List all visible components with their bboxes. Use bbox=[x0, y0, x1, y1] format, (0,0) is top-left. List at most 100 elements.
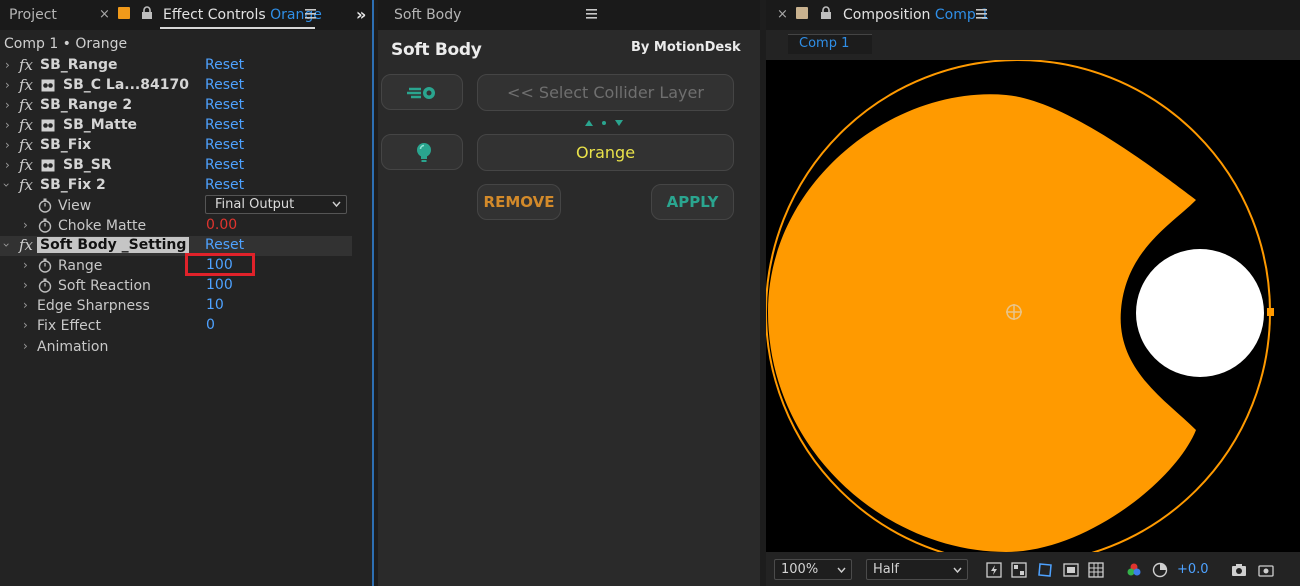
left-tabbar: Project × Effect Controls Orange » bbox=[0, 0, 372, 30]
expand-arrow-icon[interactable]: › bbox=[23, 339, 28, 353]
expand-arrow-icon[interactable]: › bbox=[23, 318, 28, 332]
comp-subtab[interactable]: Comp 1 bbox=[788, 34, 872, 54]
effect-row-sb-sr[interactable]: › fx SB_SR Reset bbox=[0, 156, 352, 176]
tab-effect-controls[interactable]: Effect Controls Orange bbox=[163, 7, 322, 23]
reset-link[interactable]: Reset bbox=[205, 237, 244, 253]
reset-link[interactable]: Reset bbox=[205, 137, 244, 153]
track-matte-icon bbox=[41, 159, 55, 172]
stopwatch-icon[interactable] bbox=[38, 198, 52, 213]
remove-label: REMOVE bbox=[483, 193, 555, 211]
lock-icon[interactable] bbox=[820, 6, 832, 20]
effect-row-sb-fix-2[interactable]: › fx SB_Fix 2 Reset bbox=[0, 176, 352, 196]
composition-panel: × Composition Comp 1 Comp 1 100% Half +0… bbox=[766, 0, 1300, 586]
reset-link[interactable]: Reset bbox=[205, 77, 244, 93]
fx-icon[interactable]: fx bbox=[19, 96, 33, 114]
panel-menu-icon[interactable] bbox=[586, 9, 597, 19]
stopwatch-icon[interactable] bbox=[38, 278, 52, 293]
expand-arrow-icon[interactable]: › bbox=[23, 278, 28, 292]
expand-arrow-icon[interactable]: › bbox=[5, 118, 10, 132]
close-icon[interactable]: × bbox=[99, 7, 110, 22]
fx-icon[interactable]: fx bbox=[19, 56, 33, 74]
zoom-select[interactable]: 100% bbox=[774, 559, 852, 580]
effect-row-sb-fix[interactable]: › fx SB_Fix Reset bbox=[0, 136, 352, 156]
expand-arrow-icon[interactable]: › bbox=[5, 98, 10, 112]
double-chevron-right-icon[interactable]: » bbox=[356, 5, 366, 24]
effect-name: Soft Body _Setting bbox=[37, 237, 190, 253]
grid-icon[interactable] bbox=[1088, 562, 1104, 578]
comp-color-chip bbox=[796, 7, 808, 19]
expand-arrow-icon[interactable]: › bbox=[5, 78, 10, 92]
reset-link[interactable]: Reset bbox=[205, 57, 244, 73]
panel-menu-icon[interactable] bbox=[305, 9, 316, 19]
select-collider-layer-button[interactable]: << Select Collider Layer bbox=[477, 74, 734, 111]
expand-arrow-icon[interactable]: › bbox=[23, 218, 28, 232]
reset-link[interactable]: Reset bbox=[205, 117, 244, 133]
reset-link[interactable]: Reset bbox=[205, 97, 244, 113]
expand-arrow-icon[interactable]: › bbox=[23, 258, 28, 272]
layer-name-button[interactable]: Orange bbox=[477, 134, 734, 171]
effect-row-soft-body-setting[interactable]: › fx Soft Body _Setting Reset bbox=[0, 236, 352, 256]
expand-arrow-icon[interactable]: › bbox=[5, 158, 10, 172]
fx-icon[interactable]: fx bbox=[19, 136, 33, 154]
tab-project[interactable]: Project bbox=[9, 7, 57, 23]
expand-arrow-icon[interactable]: › bbox=[5, 138, 10, 152]
collider-icon-button[interactable] bbox=[381, 74, 463, 110]
fx-icon[interactable]: fx bbox=[19, 236, 33, 254]
fix-effect-value[interactable]: 0 bbox=[206, 317, 215, 333]
expand-arrow-icon[interactable]: › bbox=[5, 58, 10, 72]
soft-reaction-value[interactable]: 100 bbox=[206, 277, 233, 293]
lock-icon[interactable] bbox=[141, 6, 153, 20]
view-dropdown[interactable]: Final Output bbox=[205, 195, 347, 214]
range-highlight-box bbox=[185, 253, 255, 276]
expand-arrow-icon[interactable]: › bbox=[23, 298, 28, 312]
effect-name: SB_Range 2 bbox=[40, 97, 133, 113]
transparency-grid-icon[interactable] bbox=[1011, 562, 1027, 578]
tab-composition[interactable]: Composition Comp 1 bbox=[843, 7, 989, 23]
collapse-arrow-icon[interactable]: › bbox=[0, 243, 13, 248]
effect-row-sb-matte[interactable]: › fx SB_Matte Reset bbox=[0, 116, 352, 136]
composition-canvas bbox=[766, 60, 1300, 552]
safe-margins-icon[interactable] bbox=[1063, 562, 1079, 578]
stopwatch-icon[interactable] bbox=[38, 258, 52, 273]
choke-matte-value[interactable]: 0.00 bbox=[206, 217, 237, 233]
comp-subtab-label: Comp 1 bbox=[799, 36, 850, 51]
camera-icon[interactable] bbox=[1231, 562, 1247, 578]
tab-soft-body[interactable]: Soft Body bbox=[394, 7, 461, 23]
reset-link[interactable]: Reset bbox=[205, 157, 244, 173]
panel-menu-icon[interactable] bbox=[976, 9, 987, 19]
bulb-icon-button[interactable] bbox=[381, 134, 463, 170]
fast-previews-icon[interactable] bbox=[986, 562, 1002, 578]
reset-link[interactable]: Reset bbox=[205, 177, 244, 193]
collapse-arrow-icon[interactable]: › bbox=[0, 183, 13, 188]
fx-icon[interactable]: fx bbox=[19, 156, 33, 174]
resolution-select[interactable]: Half bbox=[866, 559, 968, 580]
effect-controls-panel: Project × Effect Controls Orange » Comp … bbox=[0, 0, 374, 586]
close-icon[interactable]: × bbox=[777, 7, 788, 22]
tab-composition-label: Composition bbox=[843, 7, 931, 23]
exposure-value[interactable]: +0.0 bbox=[1177, 562, 1209, 577]
fx-icon[interactable]: fx bbox=[19, 76, 33, 94]
effect-row-sb-range-2[interactable]: › fx SB_Range 2 Reset bbox=[0, 96, 352, 116]
soft-body-panel: Soft Body Soft Body By MotionDesk << Sel… bbox=[378, 0, 760, 586]
effect-row-sb-c-layer[interactable]: › fx SB_C La...84170 Reset bbox=[0, 76, 352, 96]
edge-sharpness-value[interactable]: 10 bbox=[206, 297, 224, 313]
stopwatch-icon[interactable] bbox=[38, 218, 52, 233]
show-snapshot-icon[interactable] bbox=[1258, 562, 1274, 578]
reset-exposure-icon[interactable] bbox=[1152, 562, 1168, 578]
white-collider-circle[interactable] bbox=[1136, 249, 1264, 377]
remove-button[interactable]: REMOVE bbox=[477, 184, 561, 220]
chevron-down-icon bbox=[953, 567, 962, 573]
composition-viewer[interactable] bbox=[766, 60, 1300, 552]
lightbulb-icon bbox=[417, 143, 431, 162]
effect-name: SB_Fix bbox=[40, 137, 92, 153]
effect-name: SB_Fix 2 bbox=[40, 177, 106, 193]
fx-icon[interactable]: fx bbox=[19, 176, 33, 194]
channels-icon[interactable] bbox=[1126, 562, 1142, 578]
effect-row-sb-range[interactable]: › fx SB_Range Reset bbox=[0, 56, 352, 76]
layer-handle[interactable] bbox=[1267, 308, 1274, 316]
fx-icon[interactable]: fx bbox=[19, 116, 33, 134]
apply-button[interactable]: APPLY bbox=[651, 184, 734, 220]
mid-tabbar: Soft Body bbox=[378, 0, 760, 30]
viewer-toolbar: 100% Half +0.0 bbox=[766, 554, 1300, 586]
mask-visibility-icon[interactable] bbox=[1037, 562, 1053, 578]
